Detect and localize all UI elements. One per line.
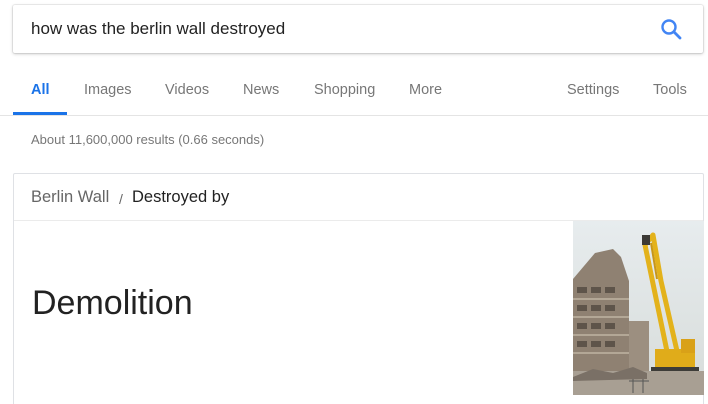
- tab-tools[interactable]: Tools: [653, 82, 687, 98]
- answer-text: Demolition: [32, 284, 193, 322]
- tab-more[interactable]: More: [409, 82, 442, 98]
- tab-videos[interactable]: Videos: [165, 82, 209, 98]
- breadcrumb-entity-link[interactable]: Berlin Wall: [31, 188, 109, 207]
- tab-news[interactable]: News: [243, 82, 279, 98]
- demolition-excavator-photo[interactable]: [573, 221, 704, 395]
- tab-settings[interactable]: Settings: [567, 82, 619, 98]
- result-stats: About 11,600,000 results (0.66 seconds): [31, 132, 265, 147]
- search-icon[interactable]: [659, 17, 683, 41]
- knowledge-card: Berlin Wall / Destroyed by Demolition: [13, 173, 704, 404]
- search-tabs: All Images Videos News Shopping More Set…: [0, 70, 708, 116]
- tab-images[interactable]: Images: [84, 82, 132, 98]
- knowledge-card-header: Berlin Wall / Destroyed by: [14, 174, 703, 221]
- breadcrumb-attribute: Destroyed by: [132, 188, 230, 206]
- tab-shopping[interactable]: Shopping: [314, 82, 375, 98]
- search-box: [13, 5, 703, 53]
- active-tab-indicator: [13, 112, 67, 115]
- breadcrumb-separator: /: [119, 191, 123, 207]
- search-input[interactable]: [31, 17, 631, 41]
- tab-all[interactable]: All: [31, 82, 50, 98]
